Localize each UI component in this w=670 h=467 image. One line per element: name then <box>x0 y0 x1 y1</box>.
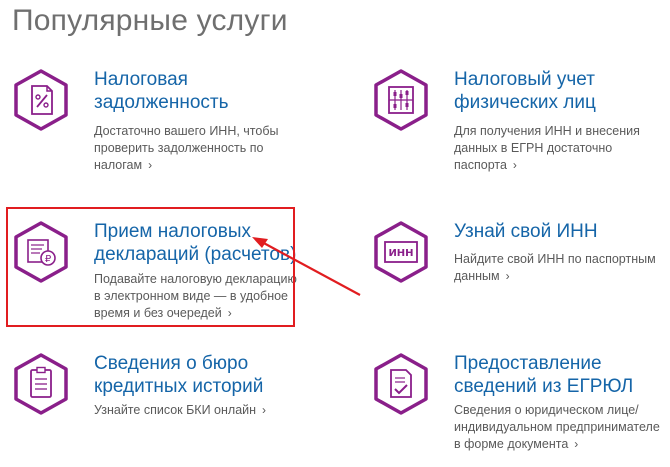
red-arrow-annotation <box>252 237 361 296</box>
